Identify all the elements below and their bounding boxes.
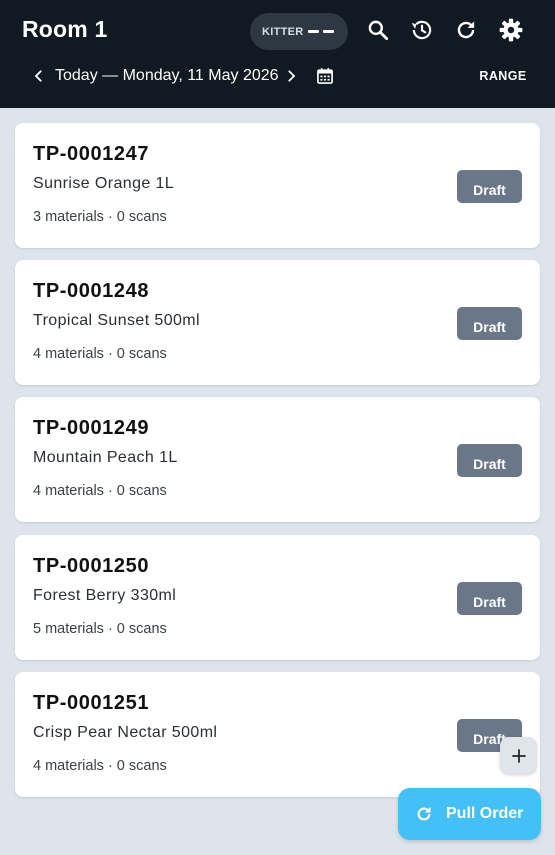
kitter-chip[interactable]: KITTER	[250, 13, 348, 50]
order-meta: 5 materials · 0 scans	[33, 621, 167, 637]
status-badge: Draft	[457, 170, 522, 203]
date-navigator: Today — Monday, 11 May 2026 RANGE	[0, 60, 555, 92]
refresh-icon[interactable]	[453, 17, 479, 43]
status-badge: Draft	[457, 582, 522, 615]
history-icon[interactable]	[409, 17, 435, 43]
order-product: Tropical Sunset 500ml	[33, 312, 200, 329]
order-meta: 4 materials · 0 scans	[33, 346, 167, 362]
order-code: TP-0001248	[33, 280, 150, 302]
order-code: TP-0001250	[33, 555, 150, 577]
date-label: Today — Monday, 11 May 2026	[55, 67, 279, 84]
pull-order-label: Pull Order	[446, 805, 524, 822]
calendar-icon[interactable]	[315, 66, 335, 86]
order-card[interactable]: TP-0001247 Sunrise Orange 1L 3 materials…	[15, 123, 540, 248]
order-product: Mountain Peach 1L	[33, 449, 178, 466]
add-order-button[interactable]	[500, 737, 537, 774]
page-title: Room 1	[22, 16, 108, 42]
order-code: TP-0001251	[33, 692, 150, 714]
search-icon[interactable]	[365, 17, 391, 43]
order-meta: 4 materials · 0 scans	[33, 758, 167, 774]
settings-icon[interactable]	[498, 17, 524, 43]
chevron-right-icon[interactable]	[282, 67, 300, 85]
status-badge: Draft	[457, 444, 522, 477]
order-code: TP-0001247	[33, 143, 150, 165]
order-card[interactable]: TP-0001249 Mountain Peach 1L 4 materials…	[15, 397, 540, 522]
order-meta: 3 materials · 0 scans	[33, 209, 167, 225]
order-card[interactable]: TP-0001248 Tropical Sunset 500ml 4 mater…	[15, 260, 540, 385]
kitter-label: KITTER	[262, 25, 304, 38]
order-product: Crisp Pear Nectar 500ml	[33, 724, 218, 741]
kitter-status-dashes	[308, 30, 336, 33]
plus-icon	[511, 748, 526, 763]
range-button[interactable]: RANGE	[470, 69, 536, 83]
status-badge: Draft	[457, 307, 522, 340]
order-meta: 4 materials · 0 scans	[33, 483, 167, 499]
app-bar: Room 1 KITTER Today — Monday, 11 May 202…	[0, 0, 555, 108]
chevron-left-icon[interactable]	[30, 67, 48, 85]
order-product: Forest Berry 330ml	[33, 587, 177, 604]
pull-order-button[interactable]: Pull Order	[398, 788, 541, 840]
order-code: TP-0001249	[33, 417, 150, 439]
refresh-icon	[417, 806, 431, 821]
order-product: Sunrise Orange 1L	[33, 175, 175, 192]
order-card[interactable]: TP-0001250 Forest Berry 330ml 5 material…	[15, 535, 540, 660]
order-card[interactable]: TP-0001251 Crisp Pear Nectar 500ml 4 mat…	[15, 672, 540, 797]
